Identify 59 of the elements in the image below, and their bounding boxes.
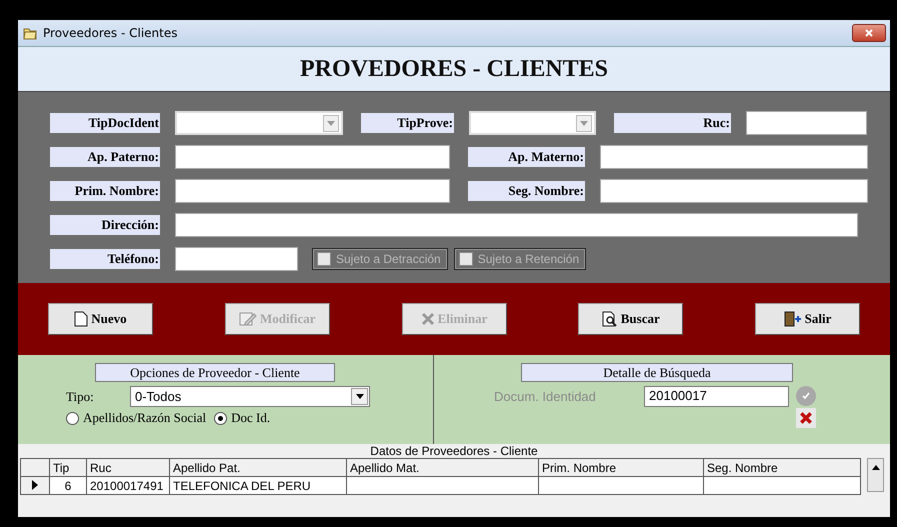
form-heading: PROVEDORES - CLIENTES — [300, 56, 608, 82]
close-button[interactable] — [852, 24, 886, 42]
table-cell: TELEFONICA DEL PERU — [170, 476, 346, 494]
window-title: Proveedores - Clientes — [43, 26, 179, 40]
pointer-icon — [32, 480, 38, 490]
up-arrow-icon — [872, 465, 880, 470]
radio-button[interactable]: Apellidos/Razón Social — [66, 410, 206, 426]
field-label: Ap. Paterno: — [50, 147, 160, 167]
check-icon — [801, 391, 811, 401]
text-field[interactable] — [746, 111, 867, 135]
column-header[interactable]: Seg. Nombre — [704, 458, 860, 476]
scrollbar[interactable] — [867, 458, 884, 492]
cancel-button[interactable] — [796, 408, 816, 428]
cross-icon — [420, 312, 435, 326]
combo-box[interactable] — [175, 111, 343, 135]
field-label: Teléfono: — [50, 249, 160, 269]
text-field[interactable] — [175, 247, 298, 271]
field-label: Prim. Nombre: — [50, 181, 160, 201]
tipo-dropdown[interactable]: 0-Todos — [130, 386, 370, 407]
close-icon — [864, 28, 874, 38]
column-header[interactable]: Ruc — [86, 458, 170, 476]
panel-title: Opciones de Proveedor - Cliente — [95, 363, 335, 382]
column-header[interactable]: Prim. Nombre — [538, 458, 704, 476]
panel-title: Detalle de Búsqueda — [521, 363, 793, 382]
header-corner — [20, 458, 50, 476]
field-label: TipDocIdent — [50, 113, 160, 133]
tipo-label: Tipo: — [65, 388, 95, 404]
text-field[interactable] — [175, 145, 450, 169]
action-button[interactable]: Buscar — [578, 303, 684, 335]
table-caption: Datos de Proveedores - Cliente — [369, 444, 539, 458]
column-header[interactable]: Apellido Pat. — [170, 458, 346, 476]
dropdown-arrow-icon — [356, 394, 364, 399]
search-label: Docum. Identidad — [494, 388, 597, 404]
pencil-icon — [238, 311, 257, 327]
document-field[interactable]: 20100017 — [644, 386, 789, 407]
search-icon — [602, 311, 618, 327]
dropdown-arrow-icon — [327, 120, 335, 126]
text-field[interactable] — [600, 179, 868, 203]
action-button[interactable]: Salir — [755, 303, 860, 335]
field-label: Ruc: — [614, 113, 731, 133]
column-header[interactable]: Apellido Mat. — [346, 458, 538, 476]
action-button[interactable]: Nuevo — [48, 303, 153, 335]
table-cell: 6 — [50, 476, 86, 494]
field-label: TipProve: — [361, 113, 454, 133]
field-label: Ap. Materno: — [468, 147, 585, 167]
row-indicator[interactable] — [20, 476, 50, 494]
door-icon — [784, 311, 802, 327]
table-cell: 20100017491 — [86, 476, 170, 494]
combo-box[interactable] — [469, 111, 596, 135]
text-field[interactable] — [175, 179, 450, 203]
field-label: Dirección: — [50, 215, 160, 235]
field-label: Seg. Nombre: — [468, 181, 585, 201]
cross-icon — [799, 411, 813, 425]
column-header[interactable]: Tip — [50, 458, 86, 476]
dropdown-arrow-icon — [580, 120, 588, 126]
radio-button[interactable]: Doc Id. — [214, 410, 270, 426]
text-field[interactable] — [175, 213, 858, 237]
document-icon — [74, 311, 88, 327]
text-field[interactable] — [600, 145, 868, 169]
